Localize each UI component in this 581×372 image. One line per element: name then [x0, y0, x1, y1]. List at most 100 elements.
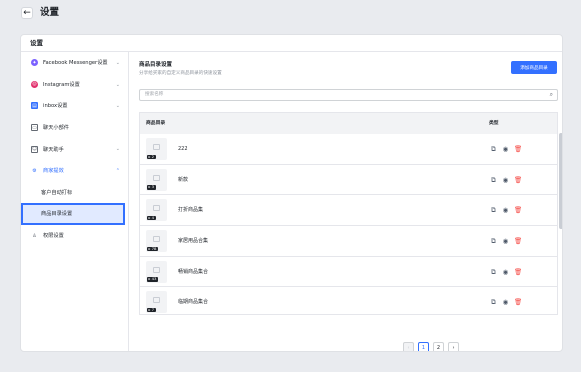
copy-icon[interactable]: ⧉ — [490, 176, 497, 184]
row-actions: ⧉ ◉ 🗑 — [490, 298, 522, 306]
search-placeholder: 搜索名称 — [145, 92, 164, 97]
section-subtitle: 分享给买家的自定义商品目录的快速设置 — [139, 71, 222, 76]
row-actions: ⧉ ◉ 🗑 — [490, 176, 522, 184]
scrollbar-thumb[interactable] — [559, 133, 562, 229]
sidebar-item-instagram[interactable]: ◎ Instagram设置 ⌄ — [21, 74, 128, 96]
image-placeholder-icon — [153, 236, 160, 243]
row-actions: ⧉ ◉ 🗑 — [490, 268, 522, 276]
row-actions: ⧉ ◉ 🗑 — [490, 237, 522, 245]
image-placeholder-icon — [153, 297, 160, 304]
delete-icon[interactable]: 🗑 — [514, 237, 522, 245]
settings-card: 设置 ✦ Facebook Messenger设置 ⌄ ◎ Instagram设… — [20, 34, 563, 352]
column-header-type: 类型 — [489, 121, 499, 126]
chevron-down-icon: ⌄ — [115, 60, 120, 66]
image-placeholder-icon — [153, 266, 160, 273]
item-count-badge: ▸ 2 — [147, 153, 156, 159]
catalog-name: 222 — [178, 146, 188, 152]
table-row[interactable]: ▸ 7 临期商品集合 ⧉ ◉ 🗑 — [140, 287, 557, 314]
section-title: 商品目录设置 — [139, 62, 173, 68]
instagram-icon: ◎ — [31, 80, 38, 88]
delete-icon[interactable]: 🗑 — [514, 206, 522, 214]
sidebar-item-chat-widget[interactable]: ▭ 聊天小部件 — [21, 117, 128, 139]
settings-sidebar: ✦ Facebook Messenger设置 ⌄ ◎ Instagram设置 ⌄… — [21, 52, 129, 351]
permission-icon: ♙ — [32, 232, 37, 239]
sidebar-item-label: 聊天助手 — [43, 146, 64, 153]
catalog-thumbnail: ▸ 2 — [146, 138, 167, 160]
chevron-up-icon: ⌃ — [115, 167, 120, 174]
catalog-thumbnail: ▸ 3 — [146, 168, 167, 191]
sidebar-item-label: 聊天小部件 — [43, 125, 69, 132]
sidebar-item-efficiency[interactable]: ⚙ 商家提效 ⌃ — [21, 160, 128, 182]
pagination: ‹ 1 2 › — [403, 342, 459, 351]
chat-widget-icon: ▭ — [31, 124, 38, 132]
view-icon[interactable]: ◉ — [502, 268, 509, 276]
copy-icon[interactable]: ⧉ — [490, 268, 497, 276]
messenger-icon: ✦ — [31, 59, 38, 67]
chevron-down-icon: ⌄ — [115, 146, 120, 153]
add-catalog-button[interactable]: 添加商品目录 — [511, 61, 557, 74]
copy-icon[interactable]: ⧉ — [490, 145, 497, 153]
sidebar-item-label: 商家提效 — [43, 168, 64, 175]
view-icon[interactable]: ◉ — [502, 176, 509, 184]
catalog-table: 商品目录 类型 ▸ 2 222 ⧉ ◉ 🗑 ▸ 3 新款 ⧉ ◉ 🗑 ▸ 4 打… — [139, 112, 558, 315]
delete-icon[interactable]: 🗑 — [514, 145, 522, 153]
sidebar-subitem-auto-tag[interactable]: 客户自动打标 — [21, 182, 128, 204]
copy-icon[interactable]: ⧉ — [490, 298, 497, 306]
delete-icon[interactable]: 🗑 — [514, 176, 522, 184]
item-count-badge: ▸ 43 — [147, 276, 158, 282]
sidebar-item-permissions[interactable]: ♙ 权限设置 — [21, 225, 128, 247]
catalog-name: 家居用品合集 — [178, 238, 209, 245]
assistant-icon: ☺ — [31, 145, 38, 153]
delete-icon[interactable]: 🗑 — [514, 268, 522, 276]
page-button-1[interactable]: 1 — [418, 342, 429, 351]
page-button-2[interactable]: 2 — [433, 342, 444, 351]
catalog-thumbnail: ▸ 7 — [146, 291, 167, 314]
sidebar-item-assistant[interactable]: ☺ 聊天助手 ⌄ — [21, 138, 128, 160]
row-actions: ⧉ ◉ 🗑 — [490, 145, 522, 153]
table-row[interactable]: ▸ 78 家居用品合集 ⧉ ◉ 🗑 — [140, 226, 557, 257]
search-input[interactable]: 搜索名称 ⌕ — [139, 89, 558, 101]
column-header-catalog: 商品目录 — [146, 121, 166, 126]
table-row[interactable]: ▸ 43 畅销商品集合 ⧉ ◉ 🗑 — [140, 257, 557, 288]
catalog-thumbnail: ▸ 43 — [146, 260, 167, 283]
table-row[interactable]: ▸ 2 222 ⧉ ◉ 🗑 — [140, 134, 557, 165]
view-icon[interactable]: ◉ — [502, 298, 509, 306]
inbox-icon: ▤ — [31, 102, 38, 110]
copy-icon[interactable]: ⧉ — [490, 206, 497, 214]
main-panel: 商品目录设置 分享给买家的自定义商品目录的快速设置 添加商品目录 搜索名称 ⌕ … — [129, 52, 562, 351]
sidebar-subitem-catalog-settings[interactable]: 商品目录设置 — [21, 203, 125, 225]
catalog-name: 打折商品集 — [178, 207, 204, 214]
image-placeholder-icon — [153, 205, 160, 212]
page-title: 设置 — [40, 7, 60, 18]
arrow-left-icon: ← — [23, 7, 31, 18]
sidebar-item-messenger[interactable]: ✦ Facebook Messenger设置 ⌄ — [21, 52, 128, 74]
catalog-name: 畅销商品集合 — [178, 268, 209, 275]
sidebar-subitem-label: 客户自动打标 — [41, 189, 73, 196]
item-count-badge: ▸ 3 — [147, 184, 156, 190]
delete-icon[interactable]: 🗑 — [514, 298, 522, 306]
sidebar-item-label: Instagram设置 — [43, 81, 80, 88]
sidebar-subitem-label: 商品目录设置 — [41, 211, 73, 218]
sidebar-item-label: Facebook Messenger设置 — [43, 60, 108, 67]
prev-page-button[interactable]: ‹ — [403, 342, 414, 351]
catalog-thumbnail: ▸ 4 — [146, 199, 167, 222]
chevron-down-icon: ⌄ — [115, 81, 120, 88]
chevron-down-icon: ⌄ — [115, 103, 120, 110]
card-header: 设置 — [21, 35, 562, 52]
back-button[interactable]: ← — [21, 7, 33, 19]
catalog-name: 临期商品集合 — [178, 299, 209, 306]
search-icon: ⌕ — [549, 91, 553, 98]
catalog-name: 新款 — [178, 176, 189, 183]
table-scrollbar[interactable] — [559, 133, 562, 313]
item-count-badge: ▸ 4 — [147, 214, 156, 221]
view-icon[interactable]: ◉ — [502, 237, 509, 245]
next-page-button[interactable]: › — [448, 342, 459, 351]
catalog-thumbnail: ▸ 78 — [146, 230, 167, 253]
image-placeholder-icon — [153, 144, 160, 150]
view-icon[interactable]: ◉ — [502, 206, 509, 214]
table-row[interactable]: ▸ 4 打折商品集 ⧉ ◉ 🗑 — [140, 195, 557, 227]
sidebar-item-inbox[interactable]: ▤ inbox设置 ⌄ — [21, 95, 128, 117]
copy-icon[interactable]: ⧉ — [490, 237, 497, 245]
view-icon[interactable]: ◉ — [502, 145, 509, 153]
table-row[interactable]: ▸ 3 新款 ⧉ ◉ 🗑 — [140, 165, 557, 196]
